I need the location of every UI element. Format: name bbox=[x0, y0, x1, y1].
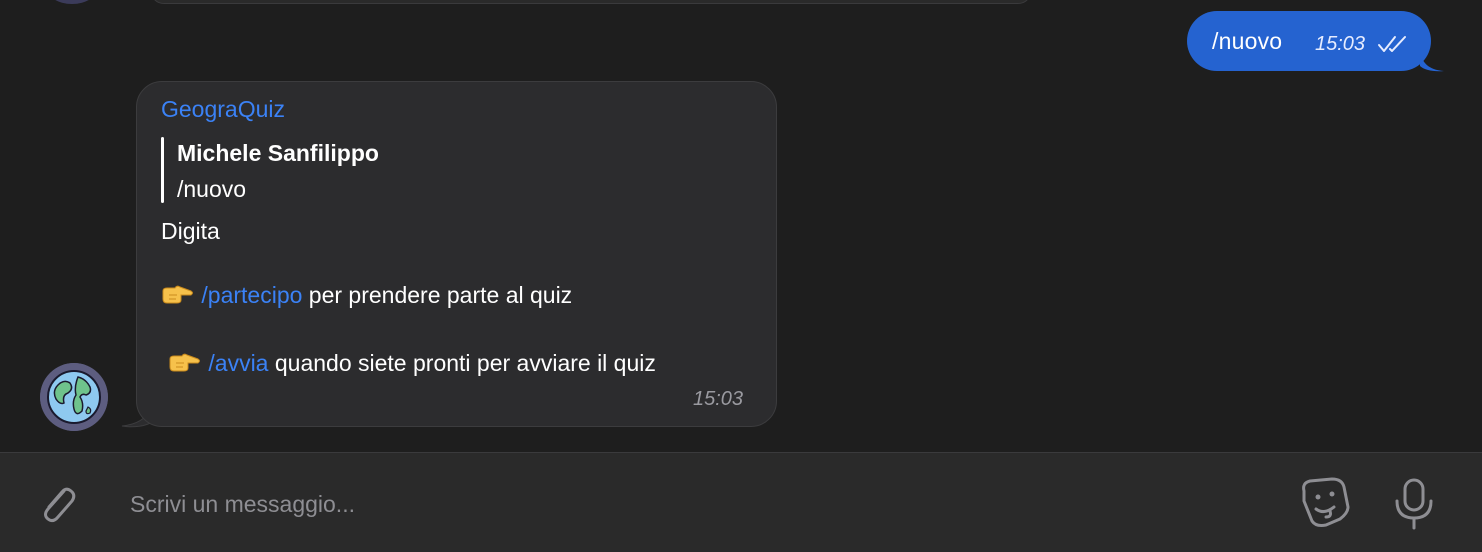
reply-quote-bar bbox=[161, 137, 164, 203]
command-avvia-link[interactable]: /avvia bbox=[208, 350, 268, 376]
message-line-avvia-text: quando siete pronti per avviare il quiz bbox=[268, 350, 656, 376]
message-line-avvia: /avvia quando siete pronti per avviare i… bbox=[168, 350, 656, 377]
paperclip-icon[interactable] bbox=[34, 479, 82, 527]
message-intro: Digita bbox=[161, 218, 220, 244]
pointing-hand-icon bbox=[162, 285, 193, 304]
reply-quote-author[interactable]: Michele Sanfilippo bbox=[177, 140, 379, 167]
message-composer bbox=[0, 452, 1482, 552]
previous-avatar bbox=[46, 0, 98, 4]
pointing-hand-icon bbox=[169, 353, 200, 372]
outgoing-message[interactable]: /nuovo 15:03 bbox=[1187, 11, 1431, 71]
reply-quote-text[interactable]: /nuovo bbox=[177, 176, 246, 203]
sticker-icon[interactable] bbox=[1296, 477, 1352, 529]
sender-name[interactable]: GeograQuiz bbox=[161, 96, 285, 123]
command-partecipo-link[interactable]: /partecipo bbox=[201, 282, 302, 308]
outgoing-message-time: 15:03 bbox=[1315, 33, 1366, 55]
message-line-partecipo: /partecipo per prendere parte al quiz bbox=[161, 282, 572, 309]
previous-message-bubble bbox=[150, 0, 1032, 4]
double-check-icon bbox=[1378, 36, 1406, 52]
microphone-icon[interactable] bbox=[1392, 477, 1436, 531]
message-input[interactable] bbox=[128, 478, 1232, 530]
sender-avatar[interactable] bbox=[40, 363, 108, 431]
incoming-message[interactable]: GeograQuiz Michele Sanfilippo /nuovo Dig… bbox=[136, 81, 777, 427]
chat-area: /nuovo 15:03 GeograQuiz Michele Sanfilip… bbox=[0, 0, 1482, 452]
message-line-partecipo-text: per prendere parte al quiz bbox=[302, 282, 573, 308]
globe-icon bbox=[40, 363, 108, 431]
outgoing-message-text: /nuovo bbox=[1212, 28, 1283, 54]
incoming-message-time: 15:03 bbox=[693, 388, 744, 410]
